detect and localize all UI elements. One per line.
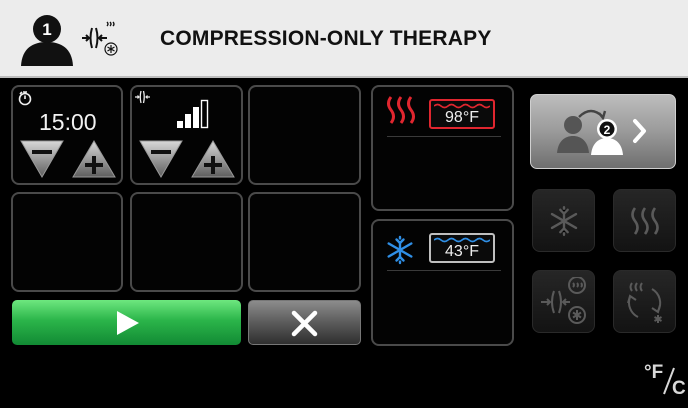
empty-tile	[130, 192, 243, 292]
compression-tile	[130, 85, 243, 185]
timer-tile: 15:00	[11, 85, 123, 185]
heat-waves-icon	[387, 96, 415, 124]
cold-panel[interactable]: 43°F	[371, 219, 514, 346]
cold-temperature-display: 43°F	[429, 233, 495, 263]
contrast-therapy-icon	[627, 282, 662, 323]
cold-temperature-value: 43°F	[445, 243, 479, 260]
minus-icon	[32, 150, 52, 154]
switch-patient-icon: 2	[557, 109, 646, 155]
play-icon	[117, 311, 139, 335]
compression-decrease-button[interactable]	[138, 139, 184, 179]
units-toggle-button[interactable]: °F C	[640, 362, 686, 402]
compression-icon	[135, 90, 150, 104]
start-button[interactable]	[12, 300, 241, 345]
compression-cold-button[interactable]	[532, 270, 595, 333]
cold-mode-button[interactable]	[532, 189, 595, 252]
timer-icon	[18, 91, 32, 106]
empty-tile	[11, 192, 123, 292]
timer-value: 15:00	[39, 109, 97, 135]
switch-patient-button[interactable]: 2	[530, 94, 676, 169]
units-celsius-label: C	[672, 378, 686, 399]
heat-panel[interactable]: 98°F	[371, 85, 514, 211]
contrast-therapy-button[interactable]	[613, 270, 676, 333]
compression-cold-icon	[541, 277, 586, 324]
heat-mode-button[interactable]	[613, 189, 676, 252]
cancel-button[interactable]	[248, 300, 361, 345]
timer-increase-button[interactable]	[71, 139, 117, 179]
heat-divider	[387, 136, 501, 137]
snowflake-icon	[550, 205, 578, 237]
cold-divider	[387, 270, 501, 271]
svg-text:2: 2	[604, 123, 611, 137]
close-icon	[291, 310, 318, 337]
patient-1-icon: 1	[21, 15, 73, 66]
timer-decrease-button[interactable]	[19, 139, 65, 179]
svg-text:1: 1	[42, 20, 51, 39]
heat-waves-icon	[631, 207, 659, 235]
compression-increase-button[interactable]	[190, 139, 236, 179]
snowflake-icon	[387, 235, 413, 265]
heat-temperature-display: 98°F	[429, 99, 495, 129]
compression-only-icon	[82, 21, 118, 56]
page-title: COMPRESSION-ONLY THERAPY	[160, 27, 492, 50]
signal-bars-icon	[177, 99, 209, 129]
heat-temperature-value: 98°F	[445, 109, 479, 126]
header-bar: 1 COMPRESSION-ONLY THERAPY	[0, 0, 688, 78]
units-fahrenheit-label: °F	[644, 362, 664, 383]
empty-tile	[248, 192, 361, 292]
minus-icon	[151, 150, 171, 154]
empty-tile	[248, 85, 361, 185]
